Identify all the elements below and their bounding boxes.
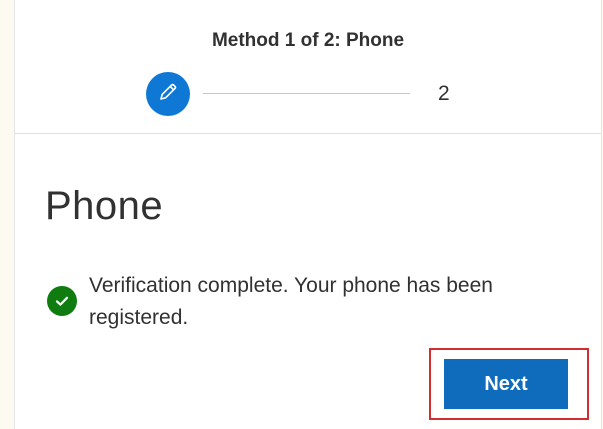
progress-line bbox=[203, 93, 410, 94]
status-text: Verification complete. Your phone has be… bbox=[89, 274, 493, 329]
page-title: Phone bbox=[45, 184, 164, 228]
checkmark-icon bbox=[47, 286, 77, 316]
next-button[interactable]: Next bbox=[444, 359, 568, 409]
method-title: Method 1 of 2: Phone bbox=[211, 30, 405, 51]
step-1-indicator bbox=[146, 72, 190, 116]
pencil-icon bbox=[157, 81, 179, 108]
step-2-indicator: 2 bbox=[438, 82, 450, 105]
progress-header: Method 1 of 2: Phone 2 bbox=[15, 0, 601, 134]
status-message: Verification complete. Your phone has be… bbox=[47, 270, 567, 334]
setup-card: Method 1 of 2: Phone 2 Phone Verificatio… bbox=[14, 0, 602, 429]
